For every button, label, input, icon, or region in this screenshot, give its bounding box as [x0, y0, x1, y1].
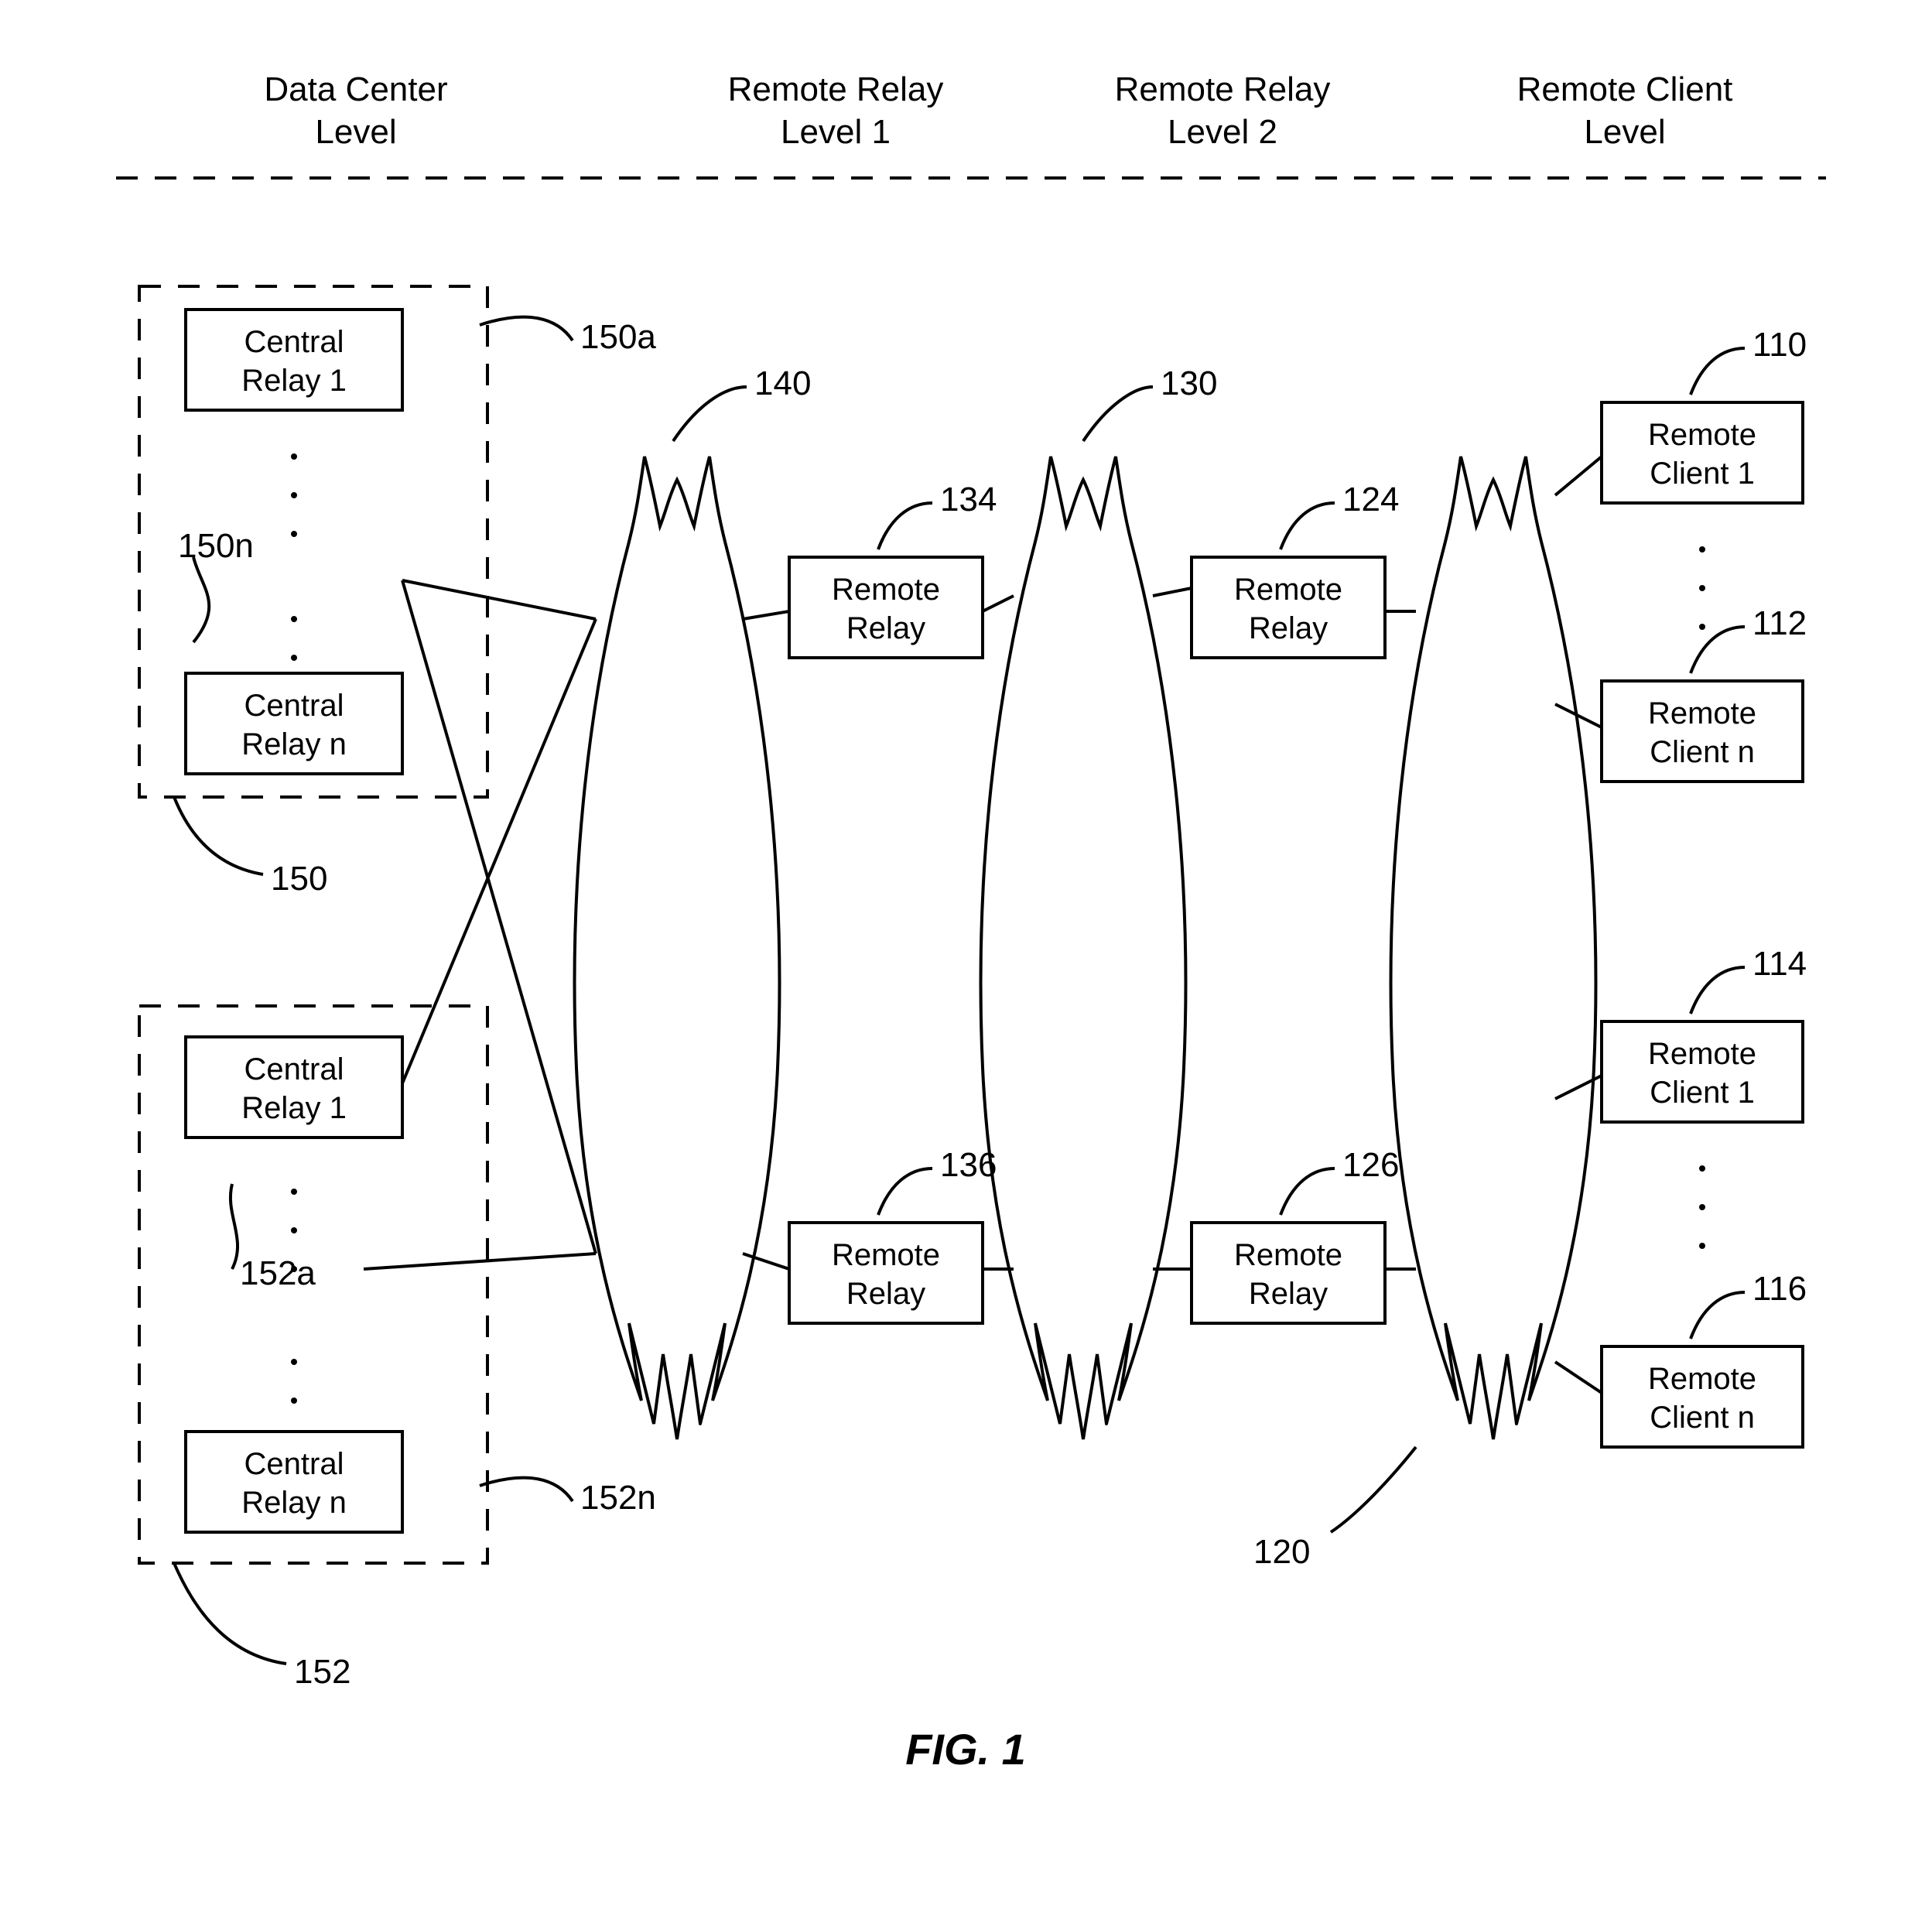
leader-150n [193, 557, 209, 642]
ref-114: 114 [1752, 945, 1807, 983]
remote-client-116-l1: Remote [1648, 1362, 1756, 1396]
central-relay-n-top-l1: Central [244, 689, 344, 723]
barrier-130 [981, 457, 1186, 1439]
leader-152n [480, 1478, 573, 1501]
ref-126: 126 [1342, 1146, 1399, 1184]
remote-client-110-l1: Remote [1648, 418, 1756, 452]
leader-152 [174, 1563, 286, 1664]
remote-client-116-l2: Client n [1650, 1401, 1755, 1435]
ref-134: 134 [940, 481, 997, 518]
leader-130 [1083, 387, 1153, 441]
remote-relay-136-l2: Relay [846, 1277, 925, 1311]
leader-150 [174, 797, 263, 874]
header-remote-relay1-l2: Level 1 [781, 113, 891, 151]
remote-relay-126-l2: Relay [1249, 1277, 1328, 1311]
leader-126 [1281, 1168, 1335, 1215]
leader-136 [878, 1168, 932, 1215]
central-relay-1-bot-l1: Central [244, 1052, 344, 1086]
header-remote-client-l2: Level [1584, 113, 1665, 151]
leader-114 [1691, 967, 1745, 1014]
remote-relay-134-l1: Remote [832, 573, 940, 607]
ref-124: 124 [1342, 481, 1399, 518]
central-relay-1-top-l2: Relay 1 [241, 364, 347, 398]
header-remote-relay2-l1: Remote Relay [1115, 70, 1331, 108]
column-headers: Data Center Level Remote Relay Level 1 R… [264, 70, 1732, 151]
remote-client-112-l2: Client n [1650, 735, 1755, 769]
header-remote-relay1-l1: Remote Relay [728, 70, 944, 108]
ref-116: 116 [1752, 1270, 1807, 1308]
leader-116 [1691, 1292, 1745, 1339]
data-center-152: Central Relay 1 152a Central Relay n [139, 1006, 487, 1563]
leader-134 [878, 503, 932, 549]
ref-152: 152 [294, 1653, 350, 1691]
ref-140: 140 [754, 364, 811, 402]
remote-client-114-l2: Client 1 [1650, 1076, 1755, 1110]
leader-120 [1331, 1447, 1416, 1532]
ref-110: 110 [1752, 326, 1807, 364]
ref-130: 130 [1161, 364, 1217, 402]
ref-120: 120 [1253, 1533, 1310, 1571]
header-remote-relay2-l2: Level 2 [1168, 113, 1277, 151]
remote-relay-124-l1: Remote [1234, 573, 1342, 607]
central-relay-n-bot-l1: Central [244, 1447, 344, 1481]
figure-caption: FIG. 1 [905, 1725, 1026, 1774]
leader-110 [1691, 348, 1745, 395]
remote-relay-124-l2: Relay [1249, 611, 1328, 645]
remote-relay-136-l1: Remote [832, 1238, 940, 1272]
remote-relay-126-l1: Remote [1234, 1238, 1342, 1272]
header-remote-client-l1: Remote Client [1517, 70, 1733, 108]
leader-152a [231, 1184, 238, 1269]
barrier-140 [575, 457, 780, 1439]
leader-112 [1691, 627, 1745, 673]
central-relay-1-top-l1: Central [244, 325, 344, 359]
leader-140 [673, 387, 747, 441]
central-relay-1-bot-l2: Relay 1 [241, 1091, 347, 1125]
remote-relay-134-l2: Relay [846, 611, 925, 645]
ref-150n: 150n [178, 527, 254, 565]
ref-150a: 150a [580, 318, 656, 356]
figure-1-diagram: Data Center Level Remote Relay Level 1 R… [0, 0, 1932, 1909]
ref-150: 150 [271, 860, 327, 898]
central-relay-n-bot-l2: Relay n [241, 1486, 347, 1520]
header-data-center-l2: Level [315, 113, 396, 151]
leader-124 [1281, 503, 1335, 549]
ref-152n: 152n [580, 1479, 656, 1517]
ref-112: 112 [1752, 604, 1807, 642]
remote-client-112-l1: Remote [1648, 696, 1756, 730]
central-relay-n-top-l2: Relay n [241, 727, 347, 761]
header-data-center-l1: Data Center [264, 70, 447, 108]
remote-client-114-l1: Remote [1648, 1037, 1756, 1071]
ref-152a: 152a [240, 1254, 316, 1292]
ref-136: 136 [940, 1146, 997, 1184]
barrier-120 [1391, 457, 1596, 1439]
remote-client-110-l2: Client 1 [1650, 457, 1755, 491]
leader-150a [480, 317, 573, 340]
